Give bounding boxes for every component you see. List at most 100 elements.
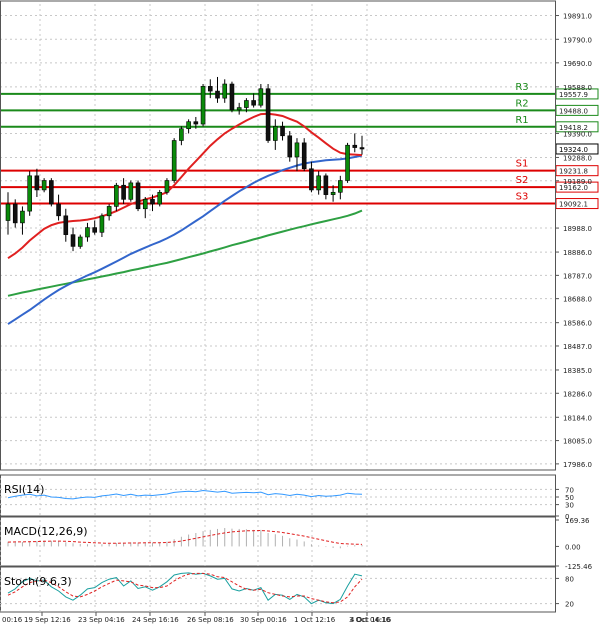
time-axis-label: 30 Sep 00:16 <box>240 616 287 624</box>
candle-body <box>359 147 365 150</box>
candle-body <box>236 107 242 111</box>
candle-body <box>128 182 134 200</box>
price-tick-label: 18787.0 <box>563 272 592 280</box>
candle-body <box>164 180 170 193</box>
candle-body <box>323 175 329 195</box>
candle-body <box>330 191 336 195</box>
candle-body <box>99 215 105 233</box>
candle-body <box>171 140 177 181</box>
candle-body <box>207 86 213 92</box>
level-label-s2: S2 <box>516 175 529 186</box>
candle <box>287 131 293 162</box>
level-label-r1: R1 <box>515 115 528 126</box>
candle-body <box>229 83 235 111</box>
candle-body <box>77 236 83 247</box>
candle-body <box>280 126 285 137</box>
time-axis-label: 4 Oct 16:16 <box>350 616 392 624</box>
level-price-text: 19231.8 <box>559 168 588 176</box>
candle <box>41 178 47 193</box>
candle-body <box>244 100 249 108</box>
candle-body <box>85 227 90 238</box>
candle <box>49 178 54 207</box>
candle-body <box>294 142 300 158</box>
candle <box>265 84 271 143</box>
candle-body <box>273 126 278 141</box>
price-tick-label: 18385.0 <box>563 367 592 375</box>
candle-body <box>49 180 54 205</box>
candle-body <box>27 175 32 212</box>
price-tick-label: 18586.0 <box>563 320 592 328</box>
candle <box>157 189 163 207</box>
candle <box>345 142 350 183</box>
candle-body <box>157 191 163 205</box>
candle-body <box>193 121 199 125</box>
candle-body <box>56 203 61 217</box>
candle-body <box>121 184 126 200</box>
candle-body <box>338 180 343 193</box>
candle-body <box>106 206 112 217</box>
price-tick-label: 19588.0 <box>563 84 592 92</box>
indicator-tick-label: -125.46 <box>565 563 593 571</box>
candle-body <box>135 182 141 210</box>
level-price-text: 19092.1 <box>559 201 588 209</box>
price-tick-label: 19790.0 <box>563 36 592 44</box>
candle-body <box>70 234 76 247</box>
price-tick-label: 19189.0 <box>563 178 592 186</box>
candle-body <box>200 86 206 125</box>
level-label-r3: R3 <box>515 82 528 93</box>
level-label-r2: R2 <box>515 98 528 109</box>
candle-body <box>41 180 47 191</box>
candle-body <box>301 142 307 170</box>
candle <box>229 81 235 113</box>
level-price-text: 19488.0 <box>559 107 588 115</box>
indicator-title: RSI(14) <box>4 483 44 496</box>
price-tick-label: 19288.0 <box>563 154 592 162</box>
price-tick-label: 18184.0 <box>563 414 592 422</box>
candle-body <box>215 90 220 99</box>
price-tick-label: 18988.0 <box>563 225 592 233</box>
price-tick-label: 18688.0 <box>563 296 592 304</box>
indicator-tick-label: 169.36 <box>565 517 590 525</box>
candle-body <box>114 184 119 207</box>
candle <box>301 138 307 172</box>
candle-body <box>309 168 314 191</box>
candle <box>164 178 170 195</box>
candle-body <box>20 210 25 224</box>
level-price-text: 19557.9 <box>559 91 588 99</box>
indicator-tick-label: 0.00 <box>565 543 581 551</box>
time-axis-label: 19 Sep 12:16 <box>24 616 71 624</box>
price-tick-label: 18085.0 <box>563 438 592 446</box>
candle-body <box>150 199 155 205</box>
time-axis-label: 26 Sep 08:16 <box>187 616 234 624</box>
level-label-s3: S3 <box>516 192 529 203</box>
candle <box>171 138 177 183</box>
price-tick-label: 19891.0 <box>563 13 592 21</box>
candle-body <box>345 144 350 181</box>
candle <box>77 234 83 249</box>
indicator-tick-label: 80 <box>565 575 574 583</box>
candle <box>135 180 141 212</box>
current-price-text: 19324.0 <box>559 146 588 154</box>
time-axis-label: 1 Oct 12:16 <box>294 616 336 624</box>
candle-body <box>5 203 11 221</box>
candle-body <box>222 83 228 99</box>
price-tick-label: 17986.0 <box>563 461 592 469</box>
candle <box>128 180 134 202</box>
candle-body <box>316 175 321 191</box>
chart-svg: R319557.9R219488.0R119418.2S119231.8S219… <box>0 0 600 629</box>
time-axis-label: 00:16 <box>2 616 23 624</box>
candle-body <box>258 88 264 106</box>
price-tick-label: 18487.0 <box>563 343 592 351</box>
candle-body <box>352 144 358 148</box>
candle-body <box>179 128 184 141</box>
price-tick-label: 19390.0 <box>563 130 592 138</box>
price-tick-label: 18886.0 <box>563 249 592 257</box>
candle-body <box>186 121 191 130</box>
time-axis-label: 23 Sep 04:16 <box>78 616 125 624</box>
candle-body <box>12 203 18 224</box>
candle-body <box>142 199 148 210</box>
indicator-tick-label: 30 <box>565 502 574 510</box>
indicator-title: MACD(12,26,9) <box>4 525 88 538</box>
indicator-tick-label: 20 <box>565 601 574 609</box>
candle-body <box>287 135 293 158</box>
